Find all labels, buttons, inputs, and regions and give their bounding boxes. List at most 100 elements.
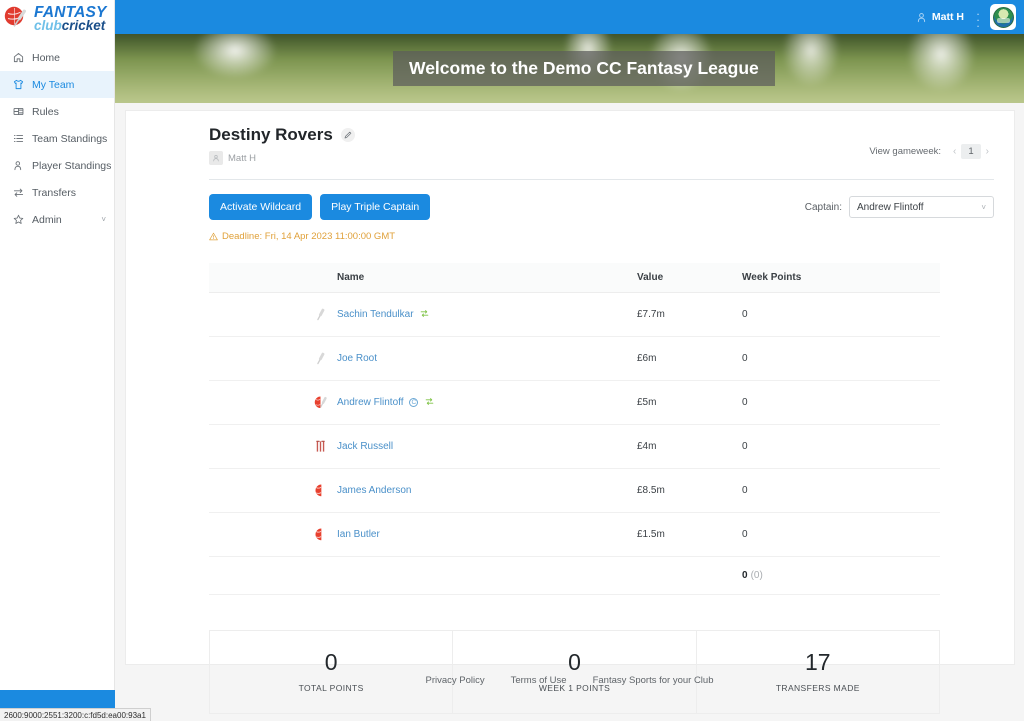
player-week-points-cell: 0	[742, 292, 940, 337]
captain-badge: C	[409, 398, 419, 407]
footer: Privacy Policy Terms of Use Fantasy Spor…	[115, 675, 1024, 705]
sidebar-item-home[interactable]: Home	[0, 44, 114, 71]
user-menu[interactable]: Matt H	[916, 11, 964, 23]
main-card: Destiny Rovers Matt H View gameweek: ‹ 1…	[125, 110, 1015, 714]
table-row: James Anderson £8.5m 0	[209, 468, 940, 513]
sidebar: FANTASY clubcricket Home My Team Rules T…	[0, 0, 115, 721]
sidebar-item-label: Home	[32, 51, 61, 64]
captain-select[interactable]: Andrew Flintoff ˅	[849, 196, 994, 218]
app-logo[interactable]: FANTASY clubcricket	[0, 0, 114, 34]
player-week-points-cell: 0	[742, 512, 940, 557]
player-name-cell: Ian Butler	[337, 512, 637, 557]
user-name-label: Matt H	[931, 11, 964, 23]
gameweek-next-button[interactable]: ›	[981, 146, 994, 157]
table-row: Andrew Flintoff C £5m 0	[209, 380, 940, 425]
player-name-link[interactable]: Sachin Tendulkar	[337, 309, 414, 320]
captain-selected-value: Andrew Flintoff	[857, 201, 924, 213]
table-head: Name Value Week Points	[209, 263, 940, 293]
shirt-icon	[13, 79, 28, 90]
sidebar-item-player-standings[interactable]: Player Standings	[0, 152, 114, 179]
gameweek-selector: View gameweek: ‹ 1 ›	[869, 144, 994, 159]
player-role-cell	[209, 292, 337, 337]
logo-cricket-text: cricket	[61, 17, 106, 33]
ball-icon	[209, 482, 337, 499]
footer-link-privacy-policy[interactable]: Privacy Policy	[425, 675, 484, 686]
player-week-points-cell: 0	[742, 468, 940, 513]
gameweek-prev-button[interactable]: ‹	[948, 146, 961, 157]
player-role-cell	[209, 468, 337, 513]
column-header-name: Name	[337, 263, 637, 293]
top-bar: Matt H ...	[115, 0, 1024, 34]
action-row: Activate Wildcard Play Triple Captain Ca…	[209, 194, 994, 220]
player-name-cell: Jack Russell	[337, 424, 637, 469]
player-name-cell: Joe Root	[337, 336, 637, 381]
team-name-label: Destiny Rovers	[209, 125, 333, 144]
app-root: FANTASY clubcricket Home My Team Rules T…	[0, 0, 1024, 721]
swap-icon[interactable]	[420, 309, 429, 318]
activate-wildcard-button[interactable]: Activate Wildcard	[209, 194, 313, 220]
sidebar-item-label: Admin	[32, 213, 62, 226]
pencil-icon[interactable]	[340, 128, 355, 142]
owner-name-label: Matt H	[228, 152, 256, 164]
table-row: Sachin Tendulkar £7.7m 0	[209, 292, 940, 337]
bat-icon	[209, 350, 337, 367]
table-header-row: Name Value Week Points	[209, 263, 940, 293]
player-week-points-cell: 0	[742, 424, 940, 469]
status-bar-url: 2600:9000:2551:3200:c:fd5d:ea00:93a1	[0, 708, 151, 721]
total-points-value: 0	[742, 570, 748, 581]
player-week-points-cell: 0	[742, 380, 940, 425]
warning-triangle-icon	[209, 232, 218, 241]
hero-banner: Welcome to the Demo CC Fantasy League	[115, 34, 1024, 103]
sidebar-item-label: Team Standings	[32, 132, 108, 145]
stat-value: 17	[805, 649, 831, 675]
people-icon	[13, 160, 28, 171]
sidebar-item-team-standings[interactable]: Team Standings	[0, 125, 114, 152]
sidebar-item-label: Transfers	[32, 186, 76, 199]
page-load-indicator	[0, 690, 115, 708]
swap-icon[interactable]	[425, 397, 434, 406]
list-icon	[13, 133, 28, 144]
captain-selector: Captain: Andrew Flintoff ˅	[805, 196, 994, 218]
player-name-link[interactable]: Andrew Flintoff	[337, 397, 404, 408]
logo-wordmark: FANTASY clubcricket	[34, 5, 107, 32]
ball-icon	[209, 526, 337, 543]
sidebar-item-admin[interactable]: Admin ˅	[0, 206, 114, 233]
player-role-cell	[209, 380, 337, 425]
chevron-down-icon: ˅	[981, 202, 986, 212]
player-week-points-cell: 0	[742, 336, 940, 381]
column-header-week-points: Week Points	[742, 263, 940, 293]
banner-title: Welcome to the Demo CC Fantasy League	[393, 51, 775, 86]
player-value-cell: £4m	[637, 424, 742, 469]
sidebar-item-label: Rules	[32, 105, 59, 118]
player-name-link[interactable]: Ian Butler	[337, 529, 380, 540]
total-spacer-2	[337, 556, 637, 595]
deadline-notice: Deadline: Fri, 14 Apr 2023 11:00:00 GMT	[209, 231, 994, 242]
home-icon	[13, 52, 28, 63]
player-name-link[interactable]: Joe Root	[337, 353, 377, 364]
sidebar-item-my-team[interactable]: My Team	[0, 71, 114, 98]
club-badge-icon[interactable]	[990, 4, 1016, 30]
table-row: Ian Butler £1.5m 0	[209, 512, 940, 557]
person-icon	[916, 12, 927, 23]
book-icon	[13, 106, 28, 117]
table-total-row: 0 (0)	[209, 556, 940, 595]
footer-link-fantasy-sports[interactable]: Fantasy Sports for your Club	[593, 675, 714, 686]
column-header-icon	[209, 263, 337, 293]
stumps-icon	[209, 438, 337, 455]
sidebar-item-transfers[interactable]: Transfers	[0, 179, 114, 206]
gameweek-number: 1	[961, 144, 981, 159]
sidebar-item-label: My Team	[32, 78, 75, 91]
table-row: Jack Russell £4m 0	[209, 424, 940, 469]
play-triple-captain-button[interactable]: Play Triple Captain	[320, 194, 431, 220]
player-name-link[interactable]: James Anderson	[337, 485, 412, 496]
player-name-link[interactable]: Jack Russell	[337, 441, 393, 452]
squad-table: Name Value Week Points Sachin Tendulkar …	[209, 263, 940, 595]
bat-icon	[209, 306, 337, 323]
captain-label: Captain:	[804, 201, 842, 213]
sidebar-item-rules[interactable]: Rules	[0, 98, 114, 125]
player-role-cell	[209, 336, 337, 381]
vertical-dots-icon[interactable]: ...	[976, 5, 980, 29]
stat-value: 0	[324, 649, 338, 675]
footer-link-terms-of-use[interactable]: Terms of Use	[511, 675, 567, 686]
allrounder-icon	[209, 394, 337, 411]
